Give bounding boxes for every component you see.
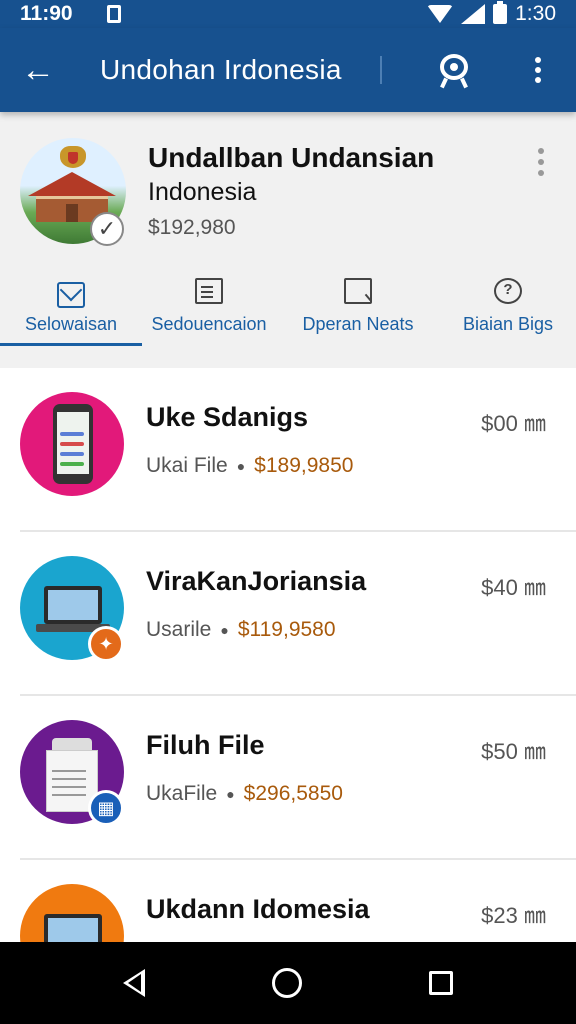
nav-back-icon[interactable] xyxy=(123,969,146,997)
item-file-label: UkaFile xyxy=(146,782,218,805)
item-title: ViraKanJoriansia xyxy=(146,566,367,596)
tab-label: Biaian Bigs xyxy=(462,314,554,334)
item-meta: UkaFile ● $296,5850 xyxy=(146,782,343,806)
overflow-menu-icon[interactable] xyxy=(518,57,558,83)
tab-label: Dperan Neats xyxy=(302,314,414,334)
app-bar-divider xyxy=(380,56,382,84)
item-time: $50 ㎜ xyxy=(481,739,546,764)
status-bar: 11:90 1:30 xyxy=(0,0,576,28)
bullet-separator: ● xyxy=(236,458,246,474)
nav-recents-icon[interactable] xyxy=(428,971,453,995)
list-item[interactable]: ✦ ViraKanJoriansia Usarile ● $119,9580 $… xyxy=(0,532,576,696)
item-time: $00 ㎜ xyxy=(481,411,546,436)
tab-dperan-neats[interactable]: Dperan Neats xyxy=(276,272,440,344)
nav-home-icon[interactable] xyxy=(271,968,302,998)
help-icon: ? xyxy=(494,278,522,304)
verified-check-icon: ✓ xyxy=(90,212,124,246)
tab-selowaisan[interactable]: Selowaisan xyxy=(0,272,142,346)
system-nav-bar xyxy=(0,942,576,1024)
tab-sedouencaion[interactable]: Sedouencaion xyxy=(142,272,276,344)
item-file-label: Ukai File xyxy=(146,454,228,477)
status-right-time: 1:30 xyxy=(515,2,556,25)
app-bar: ← Undohan Irdonesia xyxy=(0,28,576,112)
item-meta: Usarile ● $119,9580 xyxy=(146,618,336,642)
status-right: 1:30 xyxy=(427,1,556,26)
message-icon xyxy=(344,278,372,304)
profile-price: $192,980 xyxy=(148,216,236,239)
profile-more-icon[interactable] xyxy=(538,148,544,176)
item-time: $40 ㎜ xyxy=(481,575,546,600)
phone-thumbnail xyxy=(20,392,124,496)
item-price: $119,9580 xyxy=(237,618,336,641)
document-icon xyxy=(195,278,223,304)
app-bar-title: Undohan Irdonesia xyxy=(100,54,342,85)
item-title: Ukdann Idomesia xyxy=(146,894,370,924)
profile-subtitle: Indonesia xyxy=(148,178,257,206)
envelope-icon xyxy=(57,282,85,308)
tab-label: Sedouencaion xyxy=(151,314,267,334)
item-price: $189,9850 xyxy=(254,454,354,477)
item-title: Filuh File xyxy=(146,730,265,760)
battery-icon xyxy=(493,1,508,24)
status-time: 11:90 xyxy=(20,2,73,25)
profile-header: ✓ Undallban Undansian Indonesia $192,980… xyxy=(0,112,576,369)
tab-bar: Selowaisan Sedouencaion Dperan Neats ? B… xyxy=(0,272,576,346)
profile-name: Undallban Undansian xyxy=(148,142,435,173)
back-arrow-icon[interactable]: ← xyxy=(0,51,76,90)
item-meta: Ukai File ● $189,9850 xyxy=(146,454,353,478)
orange-badge-icon: ✦ xyxy=(88,626,124,662)
item-title: Uke Sdanigs xyxy=(146,402,309,432)
item-file-label: Usarile xyxy=(146,618,212,641)
signal-icon xyxy=(461,4,486,24)
bullet-separator: ● xyxy=(226,786,235,802)
item-price: $296,5850 xyxy=(243,782,343,805)
list-item[interactable]: ▦ Filuh File UkaFile ● $296,5850 $50 ㎜ xyxy=(0,696,576,860)
wifi-icon xyxy=(427,5,454,23)
grid-badge-icon: ▦ xyxy=(88,790,124,826)
item-list: Uke Sdanigs Ukai File ● $189,9850 $00 ㎜ … xyxy=(0,368,576,1024)
bullet-separator: ● xyxy=(220,622,229,638)
search-icon[interactable] xyxy=(438,52,474,89)
sim-card-icon xyxy=(106,5,121,23)
tab-label: Selowaisan xyxy=(24,314,118,334)
item-time: $23 ㎜ xyxy=(481,903,546,928)
tab-biaian-bigs[interactable]: ? Biaian Bigs xyxy=(440,272,576,344)
list-item[interactable]: Uke Sdanigs Ukai File ● $189,9850 $00 ㎜ xyxy=(0,368,576,532)
